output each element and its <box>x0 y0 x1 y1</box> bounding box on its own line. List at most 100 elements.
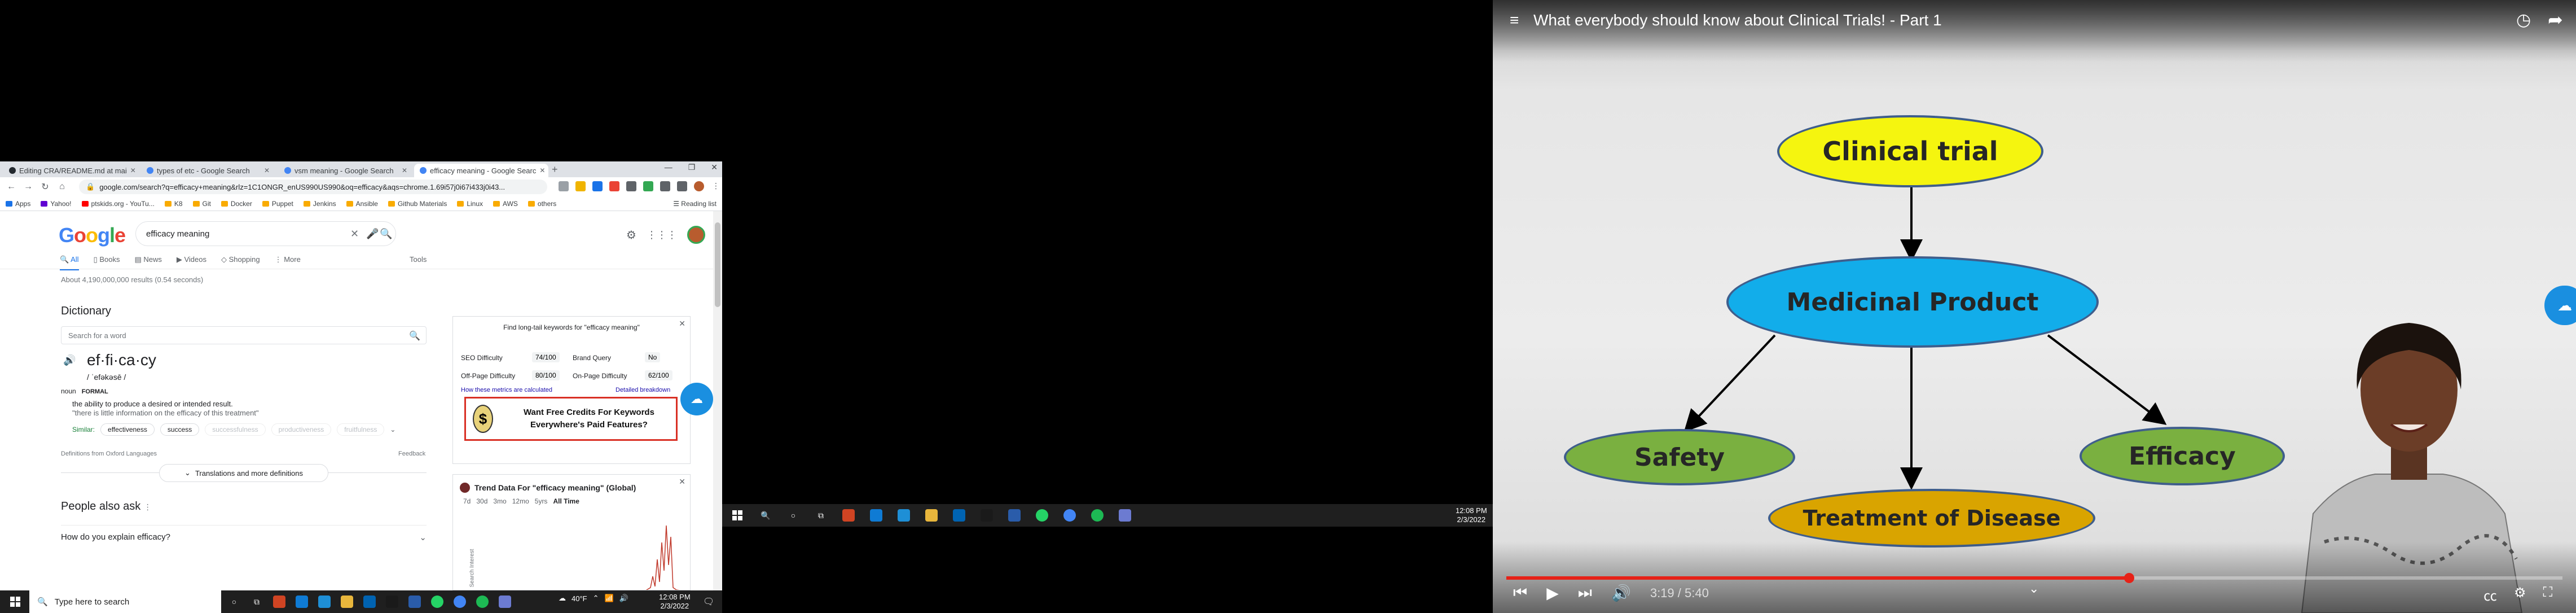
browser-tab-types[interactable]: types of etc - Google Search ✕ <box>141 164 275 177</box>
search-icon[interactable]: 🔍 <box>759 509 772 522</box>
bookmark-item[interactable]: AWS <box>493 200 518 208</box>
volume-icon[interactable]: 🔊 <box>1611 584 1631 602</box>
definitions-source[interactable]: Definitions from Oxford Languages <box>61 450 157 457</box>
clock[interactable]: 12:08 PM 2/3/2022 <box>1456 506 1487 524</box>
search-icon[interactable]: 🔍 <box>409 330 420 341</box>
bookmark-item[interactable]: Apps <box>6 200 30 208</box>
play-icon[interactable]: ▶ <box>1546 584 1559 602</box>
notepad-icon[interactable] <box>499 596 511 608</box>
office-icon[interactable] <box>842 509 855 522</box>
browser-tab-vsm[interactable]: vsm meaning - Google Search ✕ <box>279 164 413 177</box>
close-window-icon[interactable]: ✕ <box>711 163 718 172</box>
puzzle-icon[interactable] <box>660 181 670 191</box>
browser-tab-github[interactable]: Editing CRA/README.md at mai ✕ <box>3 164 138 177</box>
close-tab-icon[interactable]: ✕ <box>264 167 270 174</box>
similar-chip[interactable]: successfulness <box>205 423 266 436</box>
promo-banner[interactable]: $ Want Free Credits For Keywords Everywh… <box>464 397 678 441</box>
file-explorer-icon[interactable] <box>925 509 938 522</box>
edge-icon[interactable] <box>296 596 308 608</box>
tab-all[interactable]: 🔍 All <box>60 255 79 270</box>
task-view-icon[interactable]: ⧉ <box>250 596 263 608</box>
tab-books[interactable]: ▯ Books <box>94 255 120 270</box>
task-view-icon[interactable]: ⧉ <box>815 509 827 522</box>
expand-chevron-icon[interactable]: ⌄ <box>390 426 395 434</box>
settings-icon[interactable]: ⚙ <box>2514 585 2526 605</box>
page-scrollbar[interactable] <box>713 211 722 590</box>
fullscreen-icon[interactable]: ⛶ <box>2543 585 2553 605</box>
tab-shopping[interactable]: ◇ Shopping <box>221 255 260 270</box>
bookmark-item[interactable]: Ansible <box>346 200 378 208</box>
playlist-icon[interactable]: ≡ <box>1510 11 1519 29</box>
similar-chip[interactable]: success <box>160 423 200 436</box>
scrollbar-thumb[interactable] <box>715 222 720 307</box>
home-icon[interactable]: ⌂ <box>58 182 67 192</box>
bookmark-item[interactable]: Puppet <box>262 200 293 208</box>
range-3mo[interactable]: 3mo <box>493 497 506 505</box>
weather-icon[interactable]: ☁ <box>559 594 566 603</box>
volume-icon[interactable]: 🔊 <box>619 594 628 603</box>
address-bar[interactable]: 🔒 google.com/search?q=efficacy+meaning&r… <box>79 179 547 194</box>
whatsapp-icon[interactable] <box>431 596 443 608</box>
range-12mo[interactable]: 12mo <box>512 497 529 505</box>
feedback-link[interactable]: Feedback <box>398 450 425 457</box>
captions-icon[interactable]: ㏄ <box>2483 585 2497 605</box>
edge-icon[interactable] <box>870 509 882 522</box>
media-icon[interactable] <box>677 181 687 191</box>
bookmark-item[interactable]: Github Materials <box>388 200 447 208</box>
dictionary-search-input[interactable]: Search for a word 🔍 <box>61 326 427 344</box>
tools-button[interactable]: Tools <box>410 255 427 264</box>
clock[interactable]: 12:08 PM 2/3/2022 <box>659 593 691 611</box>
bookmark-item[interactable]: others <box>527 200 556 208</box>
taskbar-search[interactable]: 🔍 Type here to search <box>29 590 221 613</box>
spotify-icon[interactable] <box>1091 509 1104 522</box>
teams-icon[interactable] <box>408 596 421 608</box>
translations-button[interactable]: ⌄ Translations and more definitions <box>159 464 328 482</box>
avatar[interactable] <box>687 226 705 244</box>
similar-chip[interactable]: productiveness <box>271 423 332 436</box>
bookmark-item[interactable]: ptskids.org - YouTu... <box>81 200 155 208</box>
bookmark-item[interactable]: K8 <box>164 200 183 208</box>
cloud-upload-icon[interactable]: ☁ <box>680 383 713 415</box>
edge-dev-icon[interactable] <box>898 509 910 522</box>
mail-icon[interactable] <box>363 596 376 608</box>
chevron-down-icon[interactable]: ⌄ <box>2029 581 2039 596</box>
whatsapp-icon[interactable] <box>1036 509 1048 522</box>
star-icon[interactable] <box>575 181 586 191</box>
range-all-time[interactable]: All Time <box>553 497 579 505</box>
reload-icon[interactable]: ↻ <box>41 181 50 192</box>
chrome-icon[interactable] <box>1063 509 1076 522</box>
back-icon[interactable]: ← <box>7 182 16 192</box>
similar-chip[interactable]: effectiveness <box>100 423 155 436</box>
tab-more[interactable]: ⋮ More <box>275 255 301 270</box>
reading-list[interactable]: ☰ Reading list <box>673 200 716 208</box>
range-5yrs[interactable]: 5yrs <box>535 497 548 505</box>
store-icon[interactable] <box>386 596 398 608</box>
windows-start-icon[interactable] <box>10 597 20 607</box>
temperature[interactable]: 40°F <box>572 594 587 603</box>
windows-start-icon[interactable] <box>732 510 742 520</box>
extension-green-icon[interactable] <box>643 181 653 191</box>
chrome-icon[interactable] <box>454 596 466 608</box>
search-icon[interactable]: 🔍 <box>380 228 392 240</box>
mail-icon[interactable] <box>953 509 965 522</box>
previous-icon[interactable]: ⏮ <box>1513 584 1527 602</box>
share-icon[interactable]: ➦ <box>2548 9 2563 30</box>
paa-question[interactable]: How do you explain efficacy? ⌄ <box>61 525 427 542</box>
edge-dev-icon[interactable] <box>318 596 331 608</box>
extension-gray-icon[interactable] <box>626 181 636 191</box>
watch-later-icon[interactable]: ◷ <box>2516 10 2531 30</box>
clear-icon[interactable]: ✕ <box>350 228 359 240</box>
close-tab-icon[interactable]: ✕ <box>130 167 136 174</box>
extension-blue-icon[interactable] <box>592 181 603 191</box>
menu-dots-icon[interactable]: ⋮ <box>711 181 721 191</box>
teams-icon[interactable] <box>1008 509 1021 522</box>
google-logo[interactable]: Google <box>59 224 126 247</box>
bookmark-item[interactable]: Docker <box>221 200 252 208</box>
cortana-icon[interactable]: ○ <box>787 509 799 522</box>
mic-icon[interactable]: 🎤 <box>366 228 379 240</box>
extension-red-icon[interactable] <box>609 181 619 191</box>
spotify-icon[interactable] <box>476 596 489 608</box>
apps-grid-icon[interactable]: ⋮⋮⋮ <box>647 229 677 241</box>
close-tab-icon[interactable]: ✕ <box>402 167 407 174</box>
bookmark-item[interactable]: Yahoo! <box>41 200 72 208</box>
